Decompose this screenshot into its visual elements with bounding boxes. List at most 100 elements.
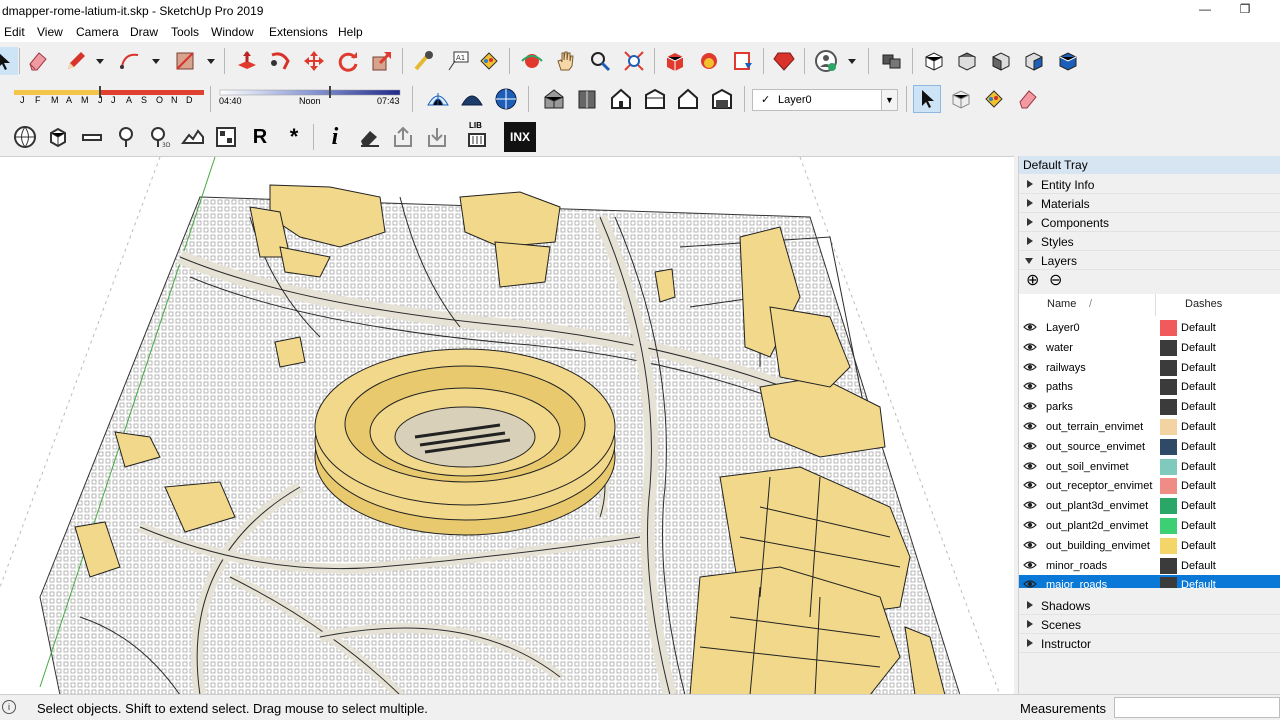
top-view-button[interactable] (953, 47, 981, 75)
layer-row[interactable]: water Default (1019, 338, 1280, 358)
layer-name[interactable]: parks (1046, 401, 1073, 413)
tree-button[interactable] (112, 123, 140, 151)
visibility-eye-icon[interactable] (1023, 421, 1037, 431)
component-tool-button[interactable] (947, 85, 975, 113)
rectangle-tool-button[interactable] (171, 47, 199, 75)
layer-dashes[interactable]: Default (1181, 579, 1216, 588)
pan-button[interactable] (552, 47, 580, 75)
right-house-button[interactable] (641, 85, 669, 113)
visibility-eye-icon[interactable] (1023, 322, 1037, 332)
line-tool-button[interactable] (62, 47, 90, 75)
chevron-down-icon[interactable]: ▼ (881, 90, 897, 110)
layer-name[interactable]: major_roads (1046, 579, 1107, 588)
menu-extensions[interactable]: Extensions (269, 25, 328, 39)
measurements-input[interactable] (1114, 697, 1280, 718)
3d-warehouse-button[interactable] (661, 47, 689, 75)
model-scene[interactable] (0, 157, 1014, 694)
layer-row[interactable]: paths Default (1019, 377, 1280, 397)
menu-draw[interactable]: Draw (130, 25, 158, 39)
layer-row[interactable]: out_plant3d_envimet Default (1019, 496, 1280, 516)
layer-row[interactable]: out_plant2d_envimet Default (1019, 516, 1280, 536)
layer-name[interactable]: out_plant3d_envimet (1046, 500, 1148, 512)
layer-dashes[interactable]: Default (1181, 441, 1216, 453)
layer-row[interactable]: minor_roads Default (1019, 556, 1280, 576)
rotate-button[interactable] (334, 47, 362, 75)
visibility-eye-icon[interactable] (1023, 441, 1037, 451)
layer-color-swatch[interactable] (1160, 359, 1177, 376)
info-button[interactable]: i (321, 123, 349, 151)
visibility-eye-icon[interactable] (1023, 461, 1037, 471)
layer-color-swatch[interactable] (1160, 518, 1177, 534)
status-info-icon[interactable]: i (2, 700, 16, 714)
layer-color-swatch[interactable] (1160, 339, 1177, 356)
clear-button[interactable] (355, 123, 383, 151)
hidden-line-style-button[interactable] (458, 85, 486, 113)
visibility-eye-icon[interactable] (1023, 500, 1037, 510)
layer-dashes[interactable]: Default (1181, 480, 1216, 492)
layer-dashes[interactable]: Default (1181, 322, 1216, 334)
arc-tool-button[interactable] (116, 47, 144, 75)
move-button[interactable] (300, 47, 328, 75)
layer-row[interactable]: out_building_envimet Default (1019, 536, 1280, 556)
panel-layers[interactable]: Layers (1019, 251, 1280, 270)
follow-me-button[interactable] (266, 47, 294, 75)
model-viewport[interactable] (0, 156, 1014, 694)
layer-color-swatch[interactable] (1160, 557, 1177, 574)
push-pull-button[interactable] (233, 47, 261, 75)
visibility-eye-icon[interactable] (1023, 362, 1037, 372)
right-view-button[interactable] (1020, 47, 1048, 75)
panel-components[interactable]: Components (1019, 213, 1280, 232)
layer-name[interactable]: minor_roads (1046, 560, 1107, 572)
front-view-button[interactable] (987, 47, 1015, 75)
layer-row[interactable]: major_roads Default (1019, 575, 1280, 588)
paint-bucket-button-2[interactable] (980, 85, 1008, 113)
remove-layer-button[interactable]: ⊖ (1049, 270, 1062, 290)
layer-color-swatch[interactable] (1160, 478, 1177, 495)
column-name[interactable]: Name (1047, 298, 1076, 310)
scale-button[interactable] (368, 47, 396, 75)
back-house-button[interactable] (674, 85, 702, 113)
panel-entity-info[interactable]: Entity Info (1019, 175, 1280, 194)
library-button[interactable]: LIB (463, 121, 491, 151)
layer-name[interactable]: paths (1046, 381, 1073, 393)
layer-color-swatch[interactable] (1160, 438, 1177, 455)
visibility-eye-icon[interactable] (1023, 560, 1037, 570)
import-button[interactable] (423, 123, 451, 151)
xray-style-button[interactable] (424, 85, 452, 113)
layer-name[interactable]: out_receptor_envimet (1046, 480, 1152, 492)
panel-scenes[interactable]: Scenes (1019, 615, 1280, 634)
layer-row[interactable]: out_soil_envimet Default (1019, 457, 1280, 477)
layer-name[interactable]: railways (1046, 362, 1086, 374)
grid-button[interactable] (212, 123, 240, 151)
iso-view-button[interactable] (920, 47, 948, 75)
back-view-button[interactable] (1054, 47, 1082, 75)
visibility-eye-icon[interactable] (1023, 381, 1037, 391)
layer-row[interactable]: out_terrain_envimet Default (1019, 417, 1280, 437)
layer-color-swatch[interactable] (1160, 498, 1177, 515)
layer-dashes[interactable]: Default (1181, 500, 1216, 512)
layer-dropdown[interactable]: ✓ Layer0 ▼ (752, 89, 898, 111)
tree-3d-button[interactable]: 3D (145, 123, 173, 151)
layer-dashes[interactable]: Default (1181, 401, 1216, 413)
source-button[interactable]: * (280, 123, 308, 151)
visibility-eye-icon[interactable] (1023, 579, 1037, 588)
visibility-eye-icon[interactable] (1023, 480, 1037, 490)
layer-color-swatch[interactable] (1160, 458, 1177, 475)
menu-help[interactable]: Help (338, 25, 363, 39)
panel-shadows[interactable]: Shadows (1019, 596, 1280, 615)
layer-row[interactable]: Layer0 Default (1019, 318, 1280, 338)
export-button[interactable] (389, 123, 417, 151)
menu-edit[interactable]: Edit (4, 25, 25, 39)
layer-color-swatch[interactable] (1160, 320, 1177, 336)
zoom-button[interactable] (586, 47, 614, 75)
components-button[interactable] (878, 47, 906, 75)
eraser-button[interactable] (24, 47, 52, 75)
layer-dashes[interactable]: Default (1181, 362, 1216, 374)
add-layer-button[interactable]: ⊕ (1026, 270, 1039, 290)
chevron-down-icon[interactable] (847, 56, 857, 66)
flat-button[interactable] (78, 123, 106, 151)
restore-button[interactable]: ❐ (1230, 2, 1260, 20)
front-house-button[interactable] (607, 85, 635, 113)
layer-dashes[interactable]: Default (1181, 421, 1216, 433)
menu-tools[interactable]: Tools (171, 25, 199, 39)
